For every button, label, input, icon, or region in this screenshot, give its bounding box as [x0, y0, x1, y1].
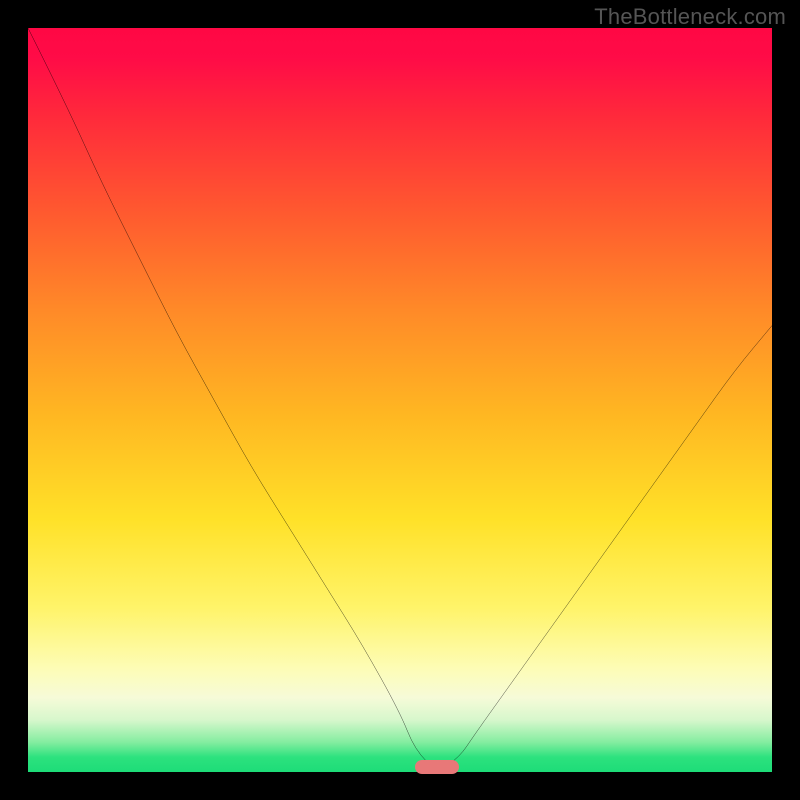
- watermark-text: TheBottleneck.com: [594, 4, 786, 30]
- plot-area: [28, 28, 772, 772]
- chart-frame: TheBottleneck.com: [0, 0, 800, 800]
- curve-path: [28, 28, 772, 768]
- minimum-marker: [415, 760, 459, 774]
- bottleneck-curve: [28, 28, 772, 772]
